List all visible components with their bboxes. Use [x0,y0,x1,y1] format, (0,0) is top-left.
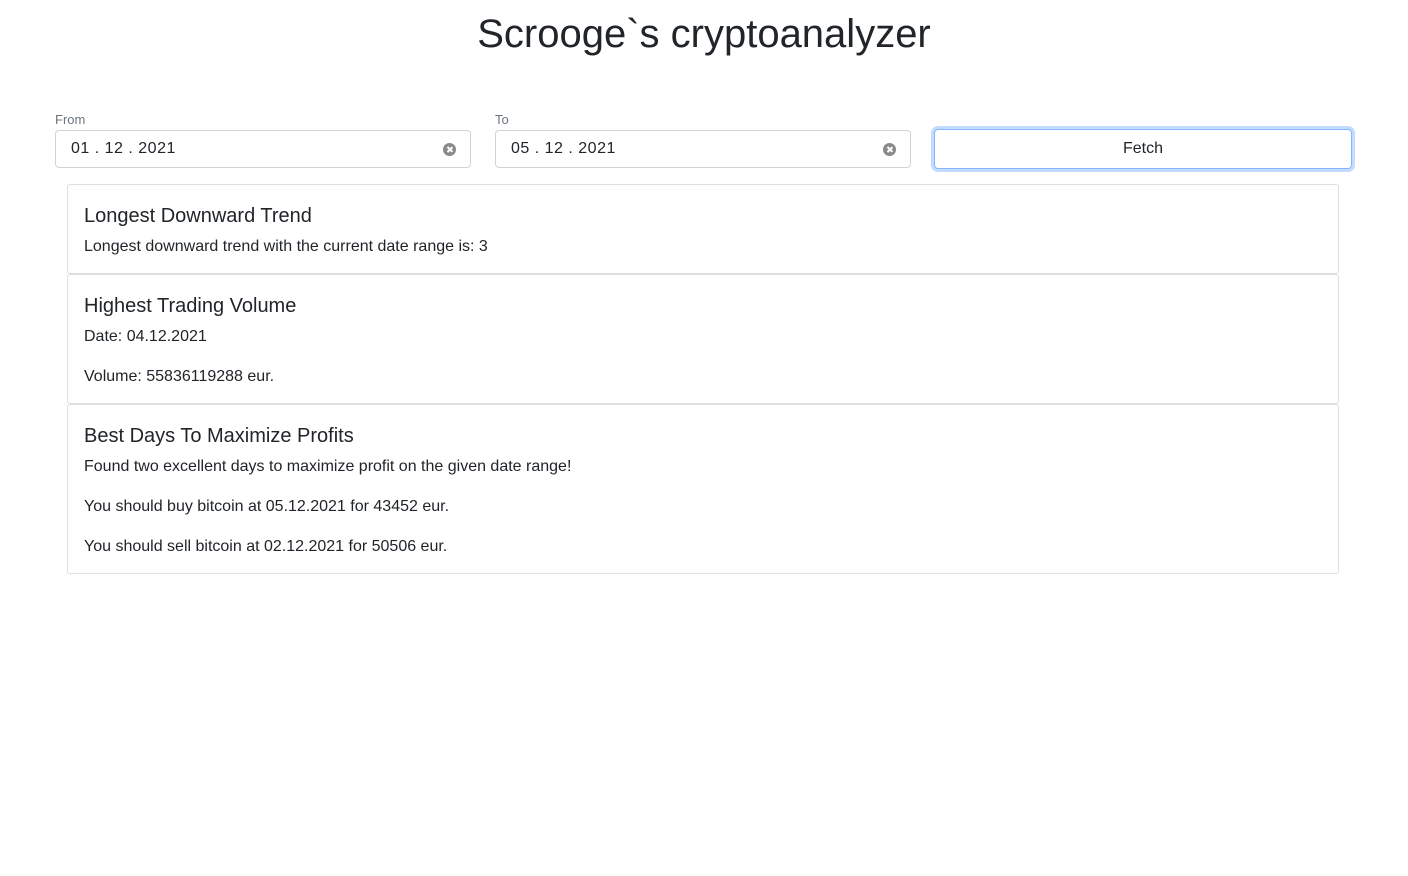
volume-date-text: Date: 04.12.2021 [84,328,207,345]
trend-text: Longest downward trend with the current … [84,238,488,255]
sell-recommendation-text: You should sell bitcoin at 02.12.2021 fo… [84,538,448,555]
card-title: Longest Downward Trend [84,205,312,227]
from-date-label: From [55,112,86,127]
from-date-group: From 01 . 12 . 2021 [55,112,471,168]
from-date-input[interactable]: 01 . 12 . 2021 [55,130,471,168]
to-date-value: 05 . 12 . 2021 [511,140,616,157]
to-date-label: To [495,112,509,127]
clear-icon[interactable] [883,143,896,156]
buy-recommendation-text: You should buy bitcoin at 05.12.2021 for… [84,498,450,515]
from-date-value: 01 . 12 . 2021 [71,140,176,157]
to-date-input[interactable]: 05 . 12 . 2021 [495,130,911,168]
profits-intro-text: Found two excellent days to maximize pro… [84,458,572,475]
highest-trading-volume-card: Highest Trading Volume Date: 04.12.2021 … [67,274,1339,404]
clear-icon[interactable] [443,143,456,156]
to-date-group: To 05 . 12 . 2021 [495,112,911,168]
longest-downward-trend-card: Longest Downward Trend Longest downward … [67,184,1339,274]
volume-amount-text: Volume: 55836119288 eur. [84,368,275,385]
page: Scrooge`s cryptoanalyzer From 01 . 12 . … [0,0,1408,876]
card-title: Best Days To Maximize Profits [84,425,354,447]
fetch-button[interactable]: Fetch [934,129,1352,169]
page-title: Scrooge`s cryptoanalyzer [477,12,931,56]
card-title: Highest Trading Volume [84,295,297,317]
best-days-card: Best Days To Maximize Profits Found two … [67,404,1339,574]
